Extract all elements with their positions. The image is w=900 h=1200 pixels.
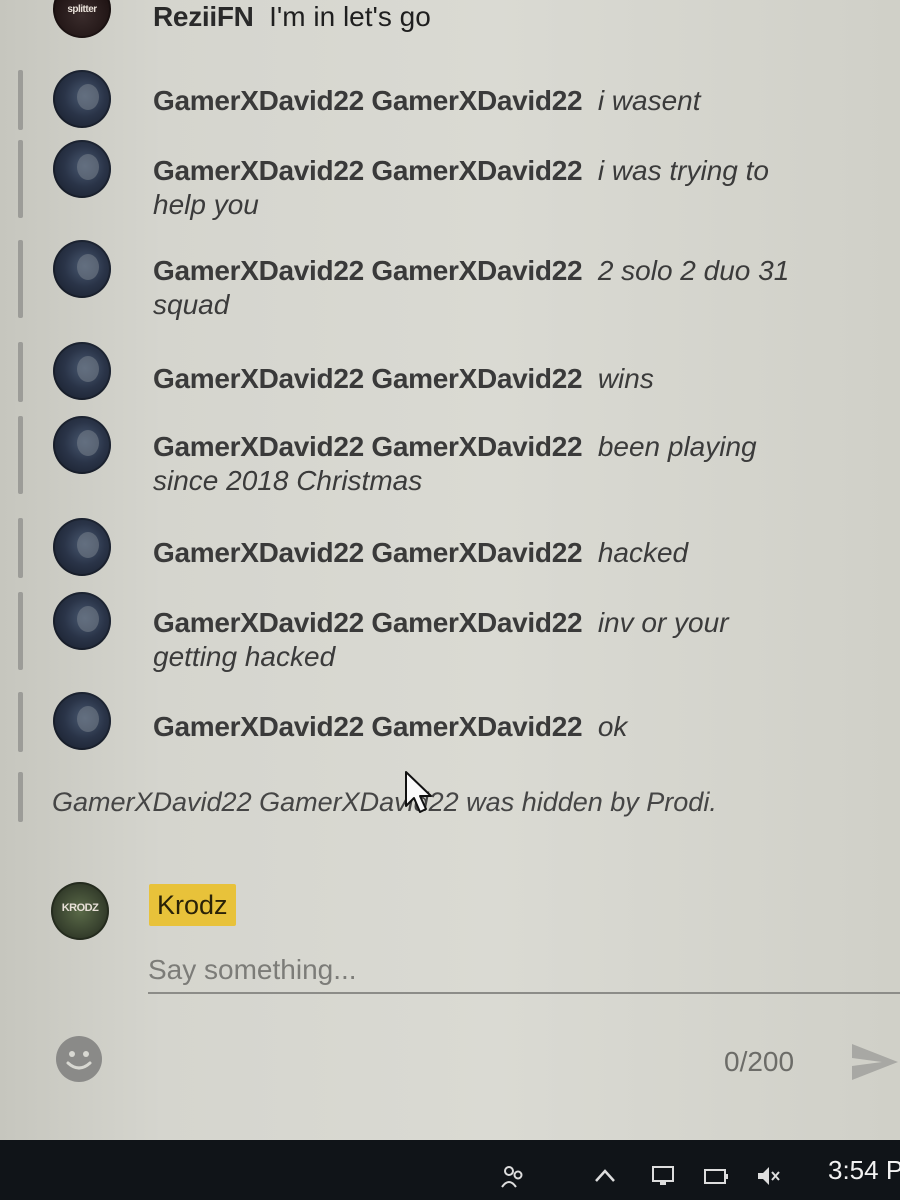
message-author: GamerXDavid22 GamerXDavid22 [153,537,583,568]
held-message-bar [18,416,23,494]
battery-icon[interactable] [703,1163,729,1189]
avatar [53,140,111,198]
message-text: i was trying to [597,155,769,186]
chat-message-list[interactable]: splitter ReziiFN I'm in let's go GamerXD… [0,0,900,845]
hidden-user-notice: GamerXDavid22 GamerXDavid22 was hidden b… [52,787,717,817]
live-chat-screen: splitter ReziiFN I'm in let's go GamerXD… [0,0,900,1140]
chevron-up-icon[interactable] [592,1163,618,1189]
avatar-label: KRODZ [61,902,99,914]
held-message-bar [18,772,23,822]
message-line: GamerXDavid22 GamerXDavid22 wins [153,362,873,396]
held-message-bar [18,342,23,402]
held-message-bar [18,592,23,670]
held-message-bar [18,518,23,578]
message-text: i wasent [597,85,701,116]
message-text: 2 solo 2 duo 31 [597,255,790,286]
avatar [53,416,111,474]
send-icon[interactable] [848,1040,900,1084]
chat-input-panel: KRODZ Krodz 0/200 [0,860,900,1090]
avatar [53,592,111,650]
avatar [53,240,111,298]
avatar: KRODZ [51,882,109,940]
volume-muted-icon[interactable] [755,1163,781,1189]
message-text-continued: since 2018 Christmas [153,465,423,496]
avatar [53,342,111,400]
message-text-continued: squad [153,289,230,320]
message-line: ReziiFN I'm in let's go [153,0,873,34]
message-author: GamerXDavid22 GamerXDavid22 [153,155,583,186]
message-text: been playing [597,431,757,462]
message-author: GamerXDavid22 GamerXDavid22 [153,431,583,462]
held-message-bar [18,70,23,130]
held-message-bar [18,692,23,752]
avatar-label: splitter [67,4,97,15]
message-text: inv or your [597,607,729,638]
avatar [53,518,111,576]
avatar [53,70,111,128]
mouse-cursor-icon [405,771,432,813]
message-author: ReziiFN [153,1,254,32]
message-text: hacked [597,537,689,568]
character-counter: 0/200 [724,1046,795,1077]
message-author: GamerXDavid22 GamerXDavid22 [153,711,583,742]
message-line: GamerXDavid22 GamerXDavid22 been playing [153,430,873,464]
message-line: GamerXDavid22 GamerXDavid22 hacked [153,536,873,570]
message-author: GamerXDavid22 GamerXDavid22 [153,85,583,116]
message-line: GamerXDavid22 GamerXDavid22 i wasent [153,84,873,118]
message-text-continued: getting hacked [153,641,336,672]
message-author: GamerXDavid22 GamerXDavid22 [153,607,583,638]
message-line: GamerXDavid22 GamerXDavid22 2 solo 2 duo… [153,254,873,288]
message-line: GamerXDavid22 GamerXDavid22 i was trying… [153,154,873,188]
taskbar-clock[interactable]: 3:54 P [828,1155,900,1186]
message-text-continued: help you [153,189,259,220]
message-text: wins [597,363,654,394]
people-icon[interactable] [500,1163,526,1189]
chat-message: splitter ReziiFN I'm in let's go [0,0,900,44]
avatar: splitter [53,0,111,38]
message-text: I'm in let's go [269,1,431,32]
chat-message-input[interactable] [148,948,900,994]
message-line: GamerXDavid22 GamerXDavid22 ok [153,710,873,744]
message-line: GamerXDavid22 GamerXDavid22 inv or your [153,606,873,640]
message-text: ok [597,711,628,742]
emoji-icon[interactable] [54,1034,104,1084]
network-icon[interactable] [650,1163,676,1189]
held-message-bar [18,240,23,318]
avatar [53,692,111,750]
message-author: GamerXDavid22 GamerXDavid22 [153,363,583,394]
held-message-bar [18,140,23,218]
channel-name-badge: Krodz [149,884,236,926]
message-author: GamerXDavid22 GamerXDavid22 [153,255,583,286]
